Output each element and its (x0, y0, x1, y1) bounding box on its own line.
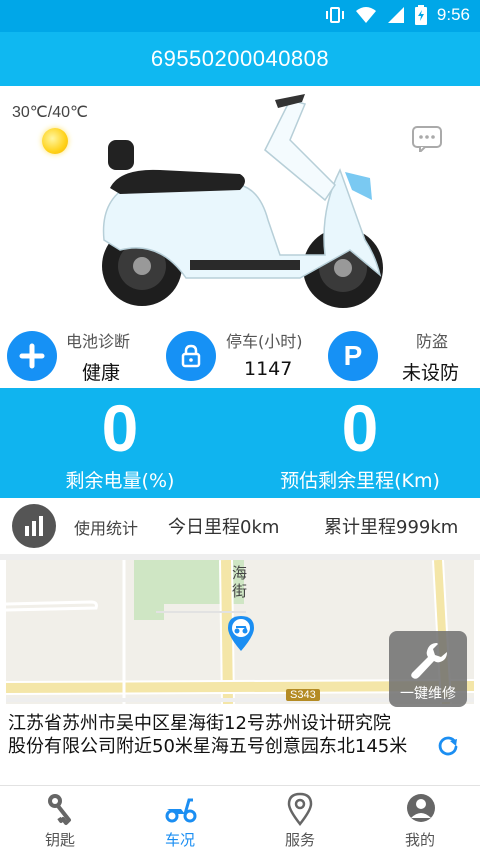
stat-value: 健康 (82, 362, 121, 384)
vibrate-icon (325, 7, 344, 23)
one-click-repair-button[interactable]: 一键维修 (389, 631, 467, 707)
tab-label: 车况 (164, 831, 195, 849)
sun-icon (42, 128, 68, 154)
refresh-icon[interactable] (436, 734, 460, 758)
vehicle-stats: 电池诊断 健康 停车(小时) 1147 P 防盗 未设防 (0, 324, 480, 388)
usage-statistics[interactable]: 使用统计 今日里程0km 累计里程999km (0, 498, 480, 554)
wifi-icon (355, 7, 376, 23)
tab-label: 钥匙 (44, 831, 75, 849)
stat-label: 停车(小时) (226, 332, 303, 351)
today-mileage: 今日里程0km (168, 517, 280, 538)
lock-icon (166, 331, 216, 381)
estimated-range-value: 0 (341, 391, 379, 465)
road-badge: S343 (286, 689, 320, 701)
stat-label: 防盗 (416, 332, 449, 351)
usage-label: 使用统计 (74, 519, 139, 538)
stat-parking-hours[interactable]: 停车(小时) 1147 (160, 324, 320, 388)
stat-value: 未设防 (402, 362, 460, 384)
battery-charging-icon (414, 5, 427, 25)
tab-profile[interactable]: 我的 (360, 786, 480, 853)
status-icons: 9:56 (325, 5, 470, 25)
location-pin-icon (287, 792, 313, 826)
stat-value: 1147 (244, 358, 293, 380)
total-mileage: 累计里程999km (324, 517, 459, 538)
status-time: 9:56 (436, 5, 470, 24)
tab-label: 服务 (284, 831, 315, 849)
remaining-battery-label: 剩余电量(%) (65, 470, 175, 492)
stat-battery-diagnosis[interactable]: 电池诊断 健康 (0, 324, 160, 388)
estimated-range-label: 预估剩余里程(Km) (280, 470, 440, 492)
wrench-icon (411, 643, 447, 679)
current-address: 江苏省苏州市吴中区星海街12号苏州设计研究院股份有限公司附近50米星海五号创意园… (8, 713, 408, 757)
message-icon[interactable] (412, 126, 442, 152)
weather-temperature: 30℃/40℃ (12, 104, 88, 121)
status-bar: 9:56 (0, 0, 480, 32)
remaining-battery-value: 0 (101, 391, 139, 465)
location-marker-icon (228, 616, 254, 651)
repair-label: 一键维修 (400, 686, 456, 702)
battery-range-panel: 0 剩余电量(%) 0 预估剩余里程(Km) (0, 388, 480, 498)
tab-keys[interactable]: 钥匙 (0, 786, 120, 853)
bar-chart-icon (12, 504, 56, 548)
tab-service[interactable]: 服务 (240, 786, 360, 853)
stat-anti-theft[interactable]: P 防盗 未设防 (320, 324, 480, 388)
tab-vehicle-status[interactable]: 车况 (120, 786, 240, 853)
vehicle-id-title: 69550200040808 (0, 32, 480, 86)
vehicle-hero: 30℃/40℃ (0, 86, 480, 324)
scooter-image (102, 94, 383, 308)
user-icon (407, 794, 435, 822)
tab-label: 我的 (404, 831, 435, 849)
scooter-icon (165, 798, 197, 823)
parking-icon: P (328, 331, 378, 381)
road-label: 街 (232, 582, 248, 600)
signal-icon (387, 7, 404, 23)
bottom-navigation: 钥匙 车况 服务 我的 (0, 785, 480, 853)
key-icon (48, 794, 71, 825)
stat-label: 电池诊断 (66, 332, 131, 351)
plus-icon (7, 331, 57, 381)
